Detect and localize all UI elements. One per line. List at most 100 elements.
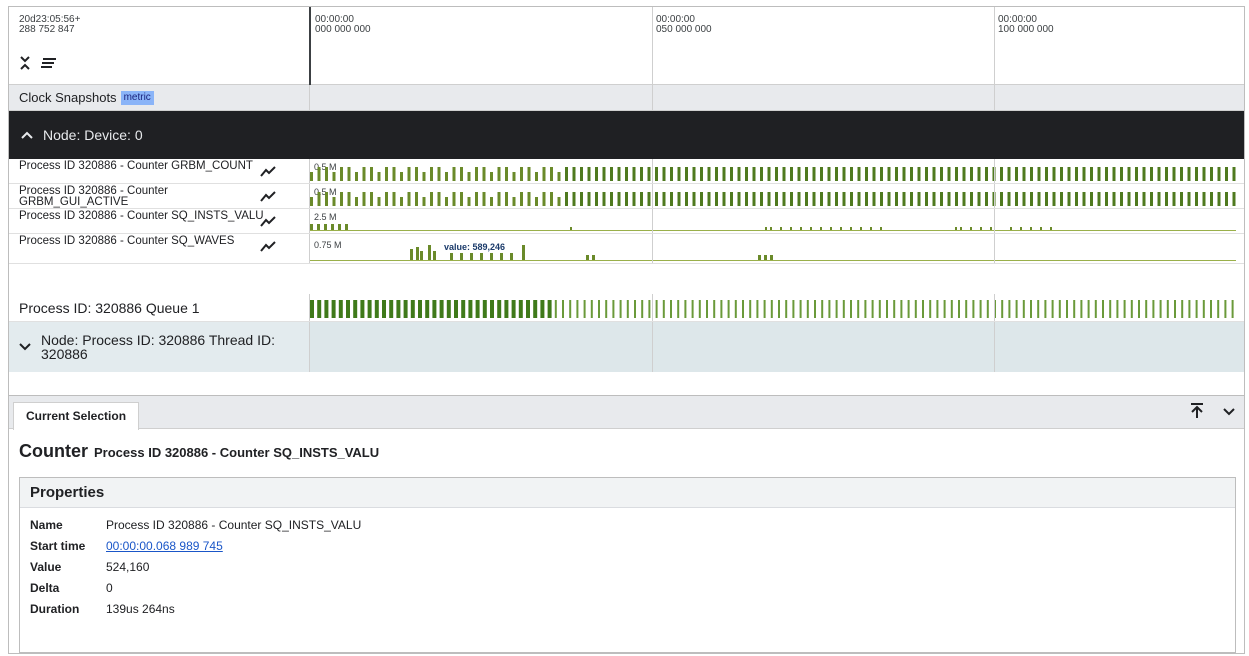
counter-track[interactable]: 2.5 M [310,209,1236,233]
track-bar [576,300,579,318]
track-bar [570,227,572,230]
track-bar [1165,192,1168,206]
track-bar [598,300,600,318]
pin-top-icon[interactable] [1188,402,1206,420]
track-bar [338,224,341,230]
track-bar [367,300,372,318]
track-bar [511,300,516,318]
track-bar [310,230,1236,231]
track-bar [790,192,793,206]
track-bar [865,167,868,181]
track-bar [715,167,718,181]
chevron-down-icon[interactable] [19,343,31,351]
counter-track[interactable]: 0.5 M [310,159,1236,183]
counter-track[interactable]: 0.75 M value: 589,246 [310,234,1236,263]
track-bar [385,167,388,181]
track-bar [1123,300,1126,318]
track-bar [500,253,503,261]
chevron-down-icon[interactable] [1220,402,1238,420]
counter-row-grbm-gui-active[interactable]: Process ID 320886 - Counter GRBM_GUI_ACT… [9,184,1244,209]
track-bar [922,300,924,318]
track-bar [1202,192,1206,206]
track-bar [947,192,951,206]
track-bar [850,192,853,206]
track-bar [925,192,928,206]
node-device-row[interactable]: Node: Device: 0 [9,111,1244,159]
track-bar [497,167,501,181]
track-bar [835,167,838,181]
track-bar [1102,300,1104,318]
counter-row-sq-waves[interactable]: Process ID 320886 - Counter SQ_WAVES 0.7… [9,234,1244,264]
track-bar [490,253,493,261]
track-bar [550,192,553,206]
filter-lines-icon[interactable] [41,55,57,71]
property-row: Delta 0 [30,580,113,595]
property-row: Name Process ID 320886 - Counter SQ_INST… [30,517,362,532]
track-bar [810,227,812,230]
track-bar [752,192,756,206]
tick-line [994,7,995,85]
track-bar [765,227,767,230]
track-bar [850,167,853,181]
selection-name: Process ID 320886 - Counter SQ_INSTS_VAL… [94,445,380,460]
track-bar [977,167,981,181]
track-bar [1087,300,1090,318]
track-bar [640,167,643,181]
counter-row-grbm-count[interactable]: Process ID 320886 - Counter GRBM_COUNT 0… [9,159,1244,184]
queue-track[interactable] [310,294,1234,321]
track-bar [970,167,973,181]
track-bar [707,192,711,206]
track-bar [752,167,756,181]
track-bar [812,192,816,206]
track-bar [1188,300,1191,318]
track-bar [505,167,508,181]
track-bar [610,192,613,206]
track-bar [1130,300,1133,318]
track-bar [886,300,888,318]
track-bar [950,300,953,318]
clock-snapshots-row[interactable]: Clock Snapshots metric [9,85,1244,111]
track-bar [480,253,483,261]
track-bar [450,253,453,261]
track-bar [617,192,621,206]
collapse-all-icon[interactable] [17,55,33,71]
track-bar [840,227,842,230]
chevron-up-icon[interactable] [21,131,33,139]
track-bar [1010,227,1012,230]
track-bar [655,300,658,318]
track-bar [572,192,576,206]
thread-node-row[interactable]: Node: Process ID: 320886 Thread ID: 3208… [9,322,1244,372]
track-bar [1097,192,1101,206]
track-bar [780,227,782,230]
track-bar [990,227,992,230]
track-bar [527,192,531,206]
track-bar [580,167,583,181]
track-bar [332,197,336,206]
track-bar [872,192,876,206]
track-bar [1000,192,1003,206]
line-chart-icon[interactable] [259,240,277,254]
track-bar [814,300,816,318]
tab-current-selection[interactable]: Current Selection [13,402,140,430]
line-chart-icon[interactable] [259,215,277,229]
track-bar [720,300,723,318]
track-bar [770,300,773,318]
track-bar [1030,192,1033,206]
track-bar [805,192,808,206]
track-bar [475,300,480,318]
track-bar [800,227,802,230]
start-time-link[interactable]: 00:00:00.068 989 745 [106,539,223,553]
line-chart-icon[interactable] [259,165,277,179]
track-bar [960,227,962,230]
track-bar [907,300,910,318]
track-bar [610,167,613,181]
track-bar [505,192,508,206]
track-bar [520,167,523,181]
queue-row[interactable]: Process ID: 320886 Queue 1 [9,294,1244,322]
line-chart-icon[interactable] [259,190,277,204]
track-bar [1040,227,1042,230]
counter-row-sq-insts-valu[interactable]: Process ID 320886 - Counter SQ_INSTS_VAL… [9,209,1244,234]
counter-track[interactable]: 0.5 M [310,184,1236,208]
track-bar [970,192,973,206]
column-divider[interactable] [309,7,311,85]
